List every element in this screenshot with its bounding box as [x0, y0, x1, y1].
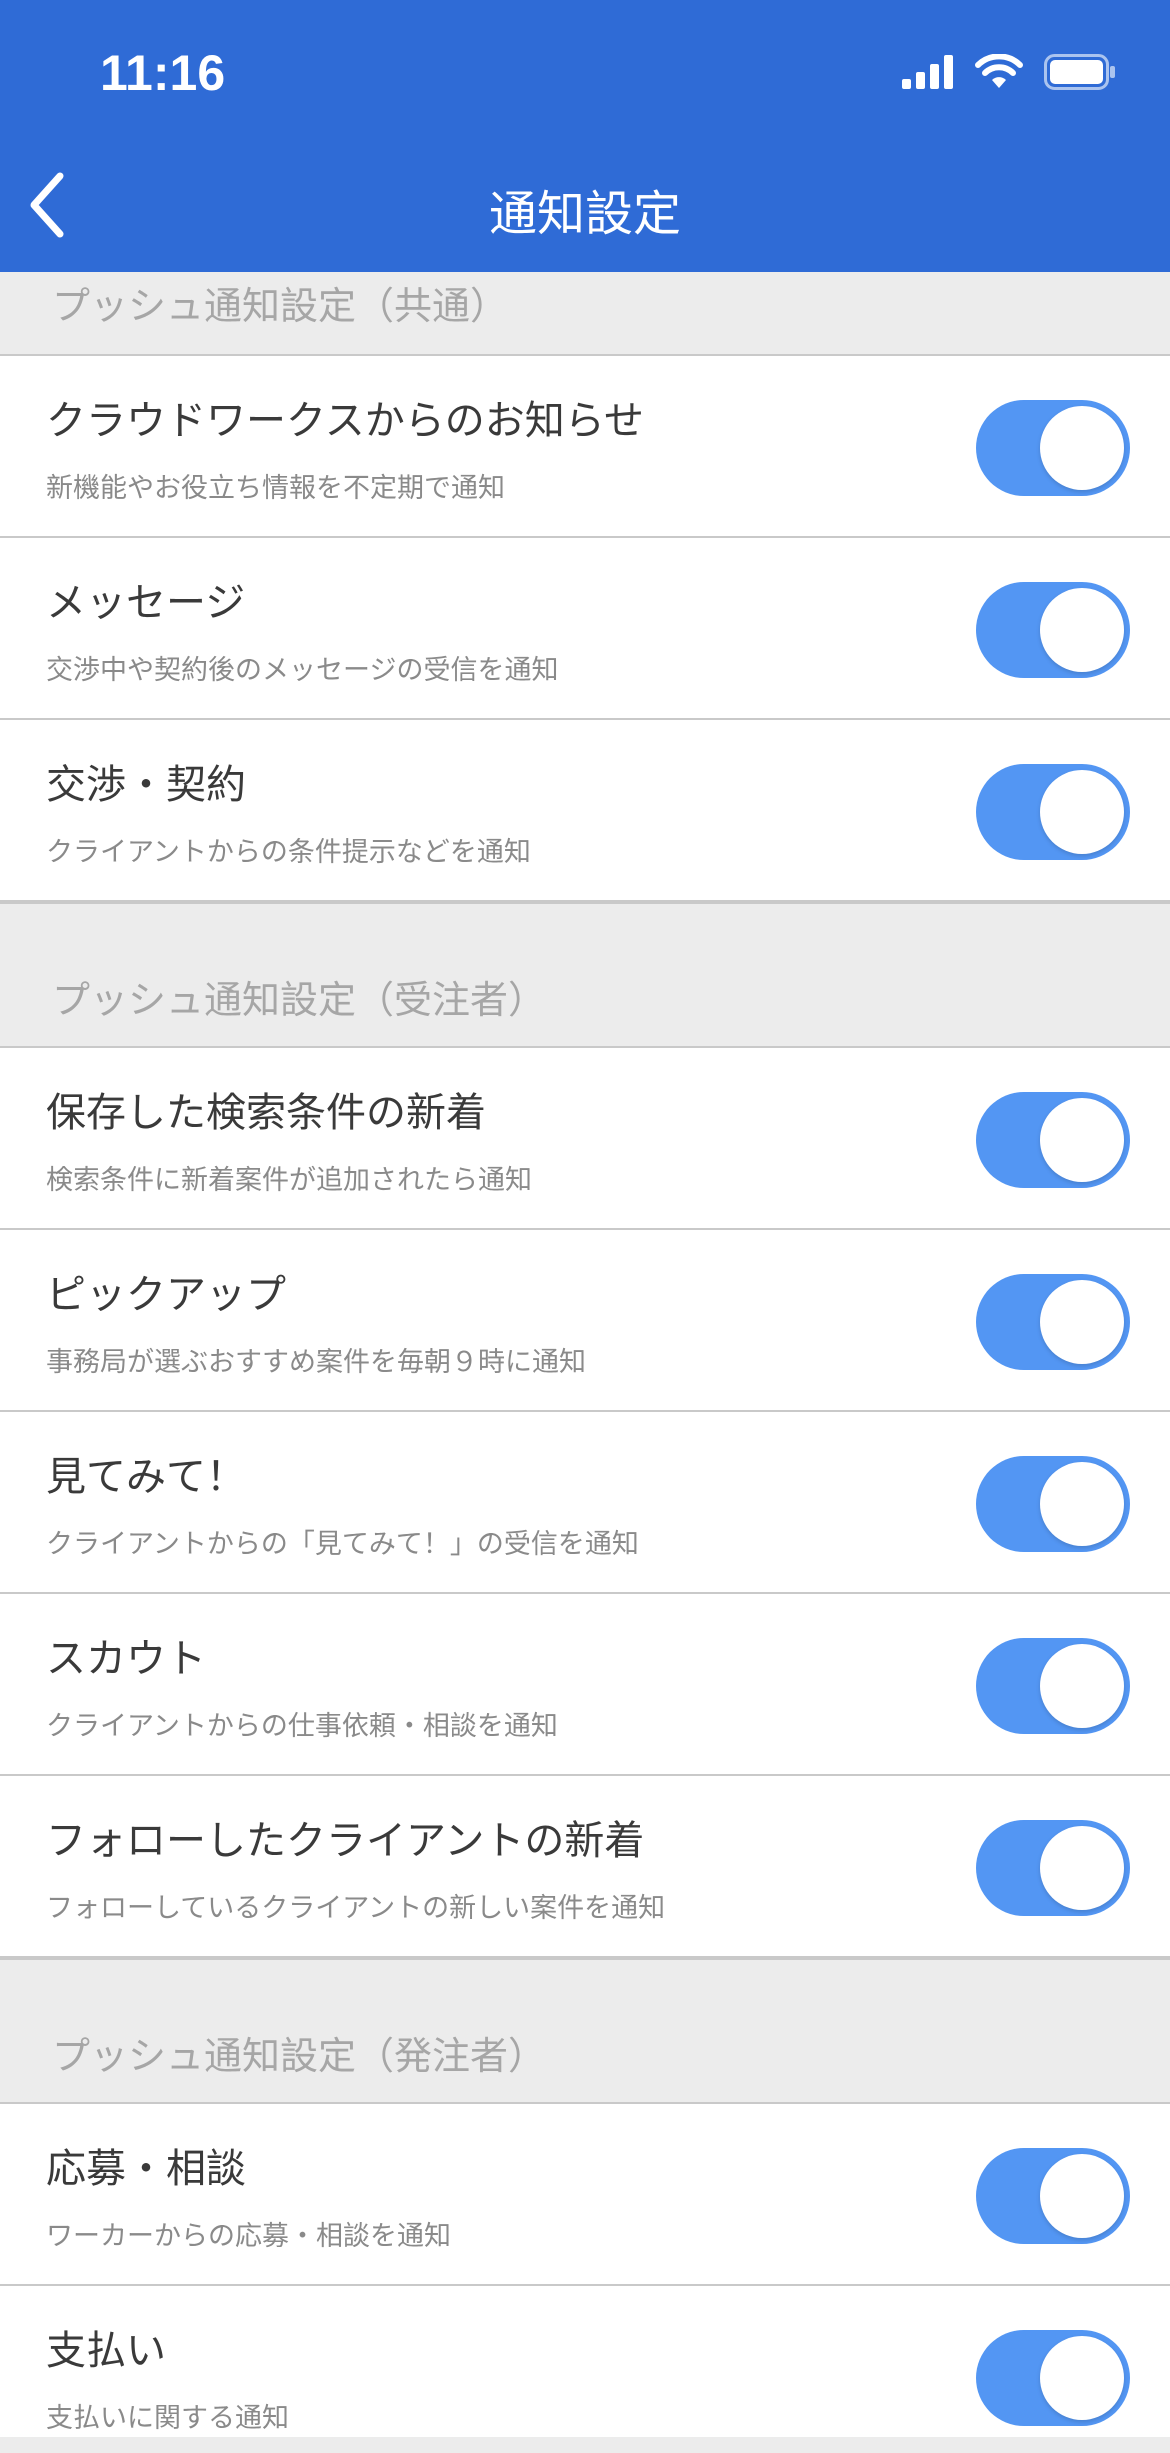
battery-icon — [1044, 54, 1115, 90]
toggle-knob — [1040, 2154, 1124, 2238]
toggle-knob — [1040, 1826, 1124, 1910]
signal-icon — [902, 55, 953, 89]
section-label: プッシュ通知設定（受注者） — [52, 978, 547, 1022]
setting-subtitle: クライアントからの仕事依頼・相談を通知 — [46, 1711, 558, 1742]
toggle-knob — [1040, 588, 1124, 672]
setting-subtitle: 新機能やお役立ち情報を不定期で通知 — [46, 473, 505, 504]
setting-subtitle: 検索条件に新着案件が追加されたら通知 — [46, 1165, 532, 1196]
toggle-switch[interactable] — [976, 1820, 1130, 1916]
setting-title: メッセージ — [46, 580, 246, 626]
section-header-common: プッシュ通知設定（共通） — [0, 272, 1170, 356]
setting-row-application: 応募・相談 ワーカーからの応募・相談を通知 — [0, 2104, 1170, 2286]
toggle-switch[interactable] — [976, 1456, 1130, 1552]
status-time: 11:16 — [100, 45, 226, 101]
setting-title: 応募・相談 — [46, 2146, 246, 2192]
toggle-switch[interactable] — [976, 1092, 1130, 1188]
setting-row-message: メッセージ 交渉中や契約後のメッセージの受信を通知 — [0, 538, 1170, 720]
toggle-switch[interactable] — [976, 1638, 1130, 1734]
setting-title: スカウト — [46, 1636, 206, 1682]
toggle-knob — [1040, 1462, 1124, 1546]
setting-subtitle: 交渉中や契約後のメッセージの受信を通知 — [46, 655, 559, 686]
setting-row-scout: スカウト クライアントからの仕事依頼・相談を通知 — [0, 1594, 1170, 1776]
setting-subtitle: 事務局が選ぶおすすめ案件を毎朝９時に通知 — [46, 1347, 586, 1378]
toggle-knob — [1040, 1280, 1124, 1364]
wifi-icon — [975, 54, 1023, 88]
setting-subtitle: クライアントからの「見てみて！」の受信を通知 — [46, 1529, 639, 1560]
setting-subtitle: ワーカーからの応募・相談を通知 — [46, 2221, 451, 2252]
setting-subtitle: クライアントからの条件提示などを通知 — [46, 837, 531, 868]
setting-title: 保存した検索条件の新着 — [46, 1090, 486, 1136]
setting-row-crowdworks-news: クラウドワークスからのお知らせ 新機能やお役立ち情報を不定期で通知 — [0, 356, 1170, 538]
setting-subtitle: フォローしているクライアントの新しい案件を通知 — [46, 1893, 666, 1924]
toggle-knob — [1040, 1644, 1124, 1728]
setting-title: 交渉・契約 — [46, 762, 246, 808]
setting-row-pickup: ピックアップ 事務局が選ぶおすすめ案件を毎朝９時に通知 — [0, 1230, 1170, 1412]
setting-row-negotiation: 交渉・契約 クライアントからの条件提示などを通知 — [0, 720, 1170, 902]
setting-title: フォローしたクライアントの新着 — [46, 1818, 645, 1864]
section-header-client: プッシュ通知設定（発注者） — [0, 1958, 1170, 2104]
setting-title: 見てみて！ — [46, 1454, 246, 1500]
toggle-switch[interactable] — [976, 764, 1130, 860]
toggle-switch[interactable] — [976, 2330, 1130, 2426]
settings-list[interactable]: プッシュ通知設定（共通） クラウドワークスからのお知らせ 新機能やお役立ち情報を… — [0, 272, 1170, 2437]
setting-row-followed-client: フォローしたクライアントの新着 フォローしているクライアントの新しい案件を通知 — [0, 1776, 1170, 1958]
section-label: プッシュ通知設定（共通） — [52, 284, 509, 328]
section-header-worker: プッシュ通知設定（受注者） — [0, 902, 1170, 1048]
toggle-switch[interactable] — [976, 2148, 1130, 2244]
setting-title: クラウドワークスからのお知らせ — [46, 398, 644, 444]
toggle-switch[interactable] — [976, 400, 1130, 496]
toggle-knob — [1040, 2336, 1124, 2420]
status-icons — [902, 54, 1116, 90]
toggle-knob — [1040, 1098, 1124, 1182]
setting-title: ピックアップ — [46, 1272, 286, 1318]
setting-row-saved-search: 保存した検索条件の新着 検索条件に新着案件が追加されたら通知 — [0, 1048, 1170, 1230]
toggle-switch[interactable] — [976, 1274, 1130, 1370]
setting-row-payment: 支払い 支払いに関する通知 — [0, 2286, 1170, 2437]
toggle-switch[interactable] — [976, 582, 1130, 678]
section-label: プッシュ通知設定（発注者） — [52, 2034, 547, 2078]
bottom-strip — [0, 2437, 1170, 2453]
toggle-knob — [1040, 770, 1124, 854]
setting-row-look: 見てみて！ クライアントからの「見てみて！」の受信を通知 — [0, 1412, 1170, 1594]
setting-subtitle: 支払いに関する通知 — [46, 2403, 289, 2434]
toggle-knob — [1040, 406, 1124, 490]
app-header: 11:16 通知設定 — [0, 0, 1170, 272]
page-title: 通知設定 — [488, 186, 681, 242]
setting-title: 支払い — [46, 2328, 166, 2374]
